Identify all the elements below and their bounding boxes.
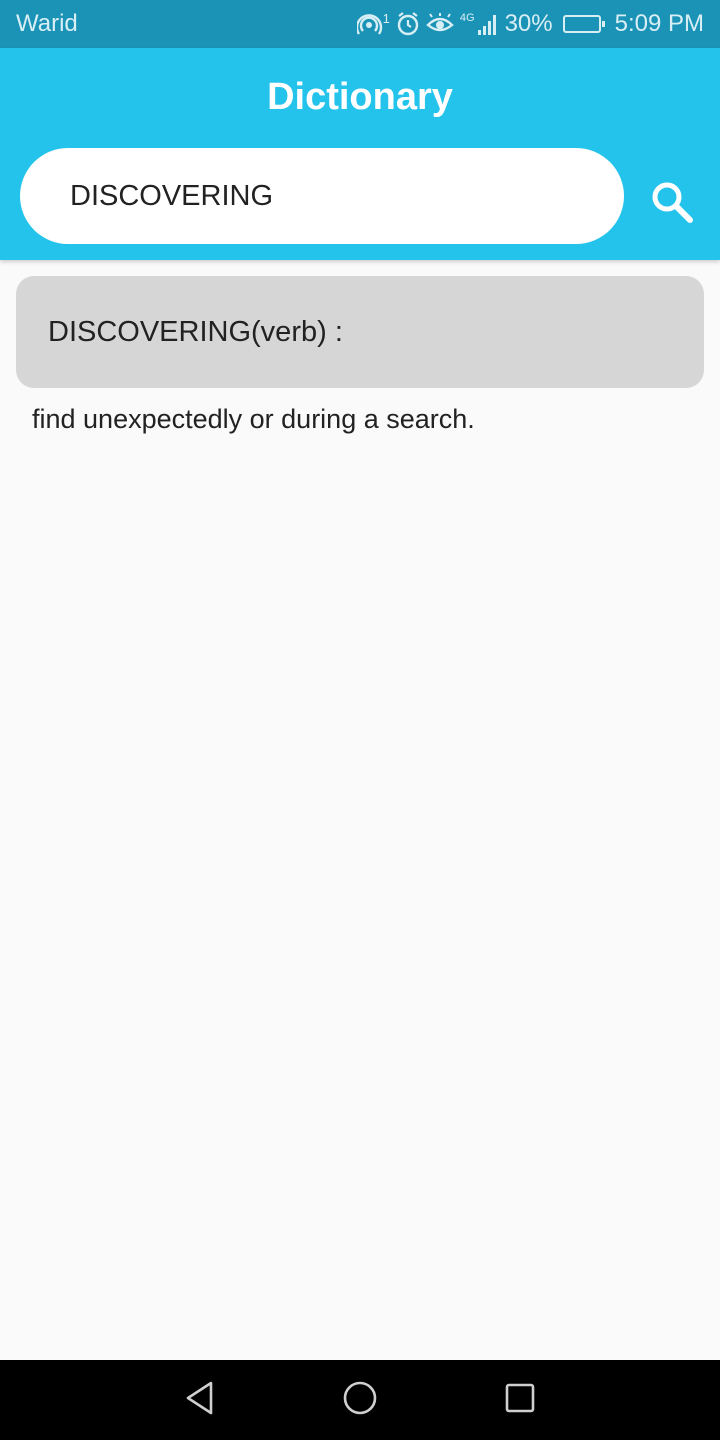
status-icons: 1 4G 30% 5:09 PM xyxy=(356,10,704,38)
recents-icon xyxy=(504,1382,536,1419)
clock: 5:09 PM xyxy=(614,10,704,37)
eye-comfort-icon xyxy=(426,10,454,38)
battery-icon xyxy=(562,15,605,33)
back-button[interactable] xyxy=(180,1380,220,1420)
definition-text: find unexpectedly or during a search. xyxy=(32,404,475,434)
signal-icon: 4G xyxy=(460,10,499,38)
page-title: Dictionary xyxy=(267,76,453,118)
alarm-icon xyxy=(396,10,420,38)
network-type: 4G xyxy=(459,12,475,24)
search-icon xyxy=(648,178,696,231)
word-heading-card: DISCOVERING(verb) : xyxy=(16,276,704,388)
navigation-bar xyxy=(0,1360,720,1440)
search-button[interactable] xyxy=(640,172,704,236)
carrier-name: Warid xyxy=(16,10,78,37)
search-input[interactable] xyxy=(70,179,624,213)
app-bar: Dictionary xyxy=(0,48,720,260)
hotspot-icon xyxy=(356,10,385,38)
hotspot-badge: 1 xyxy=(382,10,390,26)
search-field[interactable] xyxy=(20,148,624,244)
battery-percent: 30% xyxy=(504,10,553,37)
home-icon xyxy=(342,1380,378,1421)
back-icon xyxy=(183,1380,217,1421)
home-button[interactable] xyxy=(340,1380,380,1420)
word-heading: DISCOVERING(verb) : xyxy=(48,315,343,348)
recents-button[interactable] xyxy=(500,1380,540,1420)
status-bar: Warid 1 4G 30% 5:09 PM xyxy=(0,0,720,48)
